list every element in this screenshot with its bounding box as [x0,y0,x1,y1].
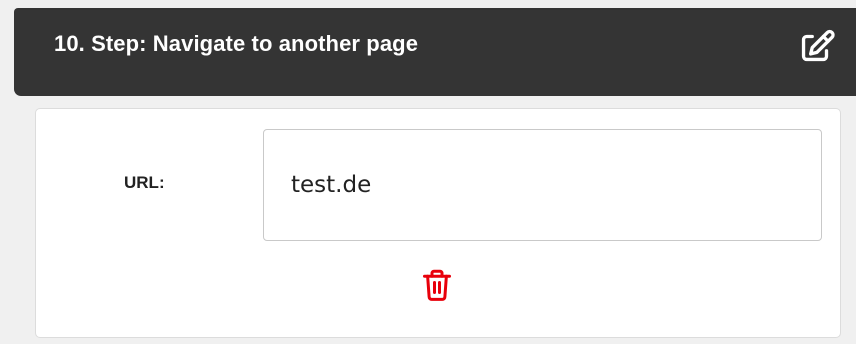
step-title: 10. Step: Navigate to another page [54,31,419,56]
url-input[interactable] [263,129,822,241]
edit-step-button[interactable] [797,26,837,66]
step-body: URL: [35,108,841,338]
pencil-square-icon [801,29,835,62]
url-label: URL: [124,173,165,192]
delete-step-button[interactable] [419,264,455,306]
step-header: 10. Step: Navigate to another page [14,8,856,96]
trash-icon [423,269,451,301]
